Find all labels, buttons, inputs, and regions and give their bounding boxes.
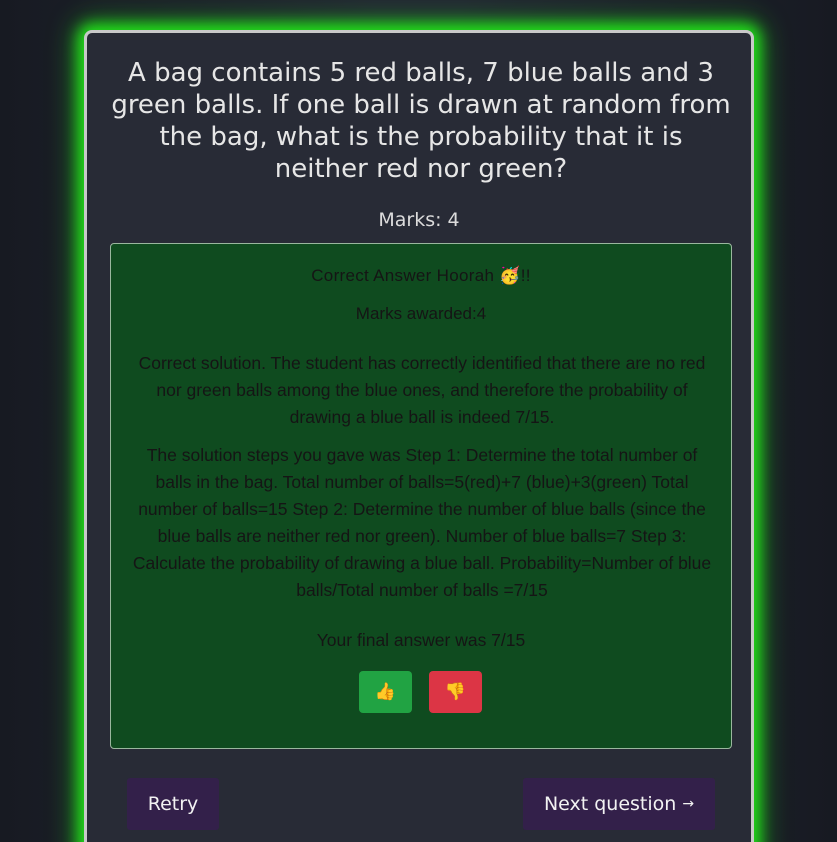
next-question-button[interactable]: Next question → <box>523 778 715 830</box>
thumbs-up-icon: 👍 <box>374 682 397 701</box>
question-card: A bag contains 5 red balls, 7 blue balls… <box>84 30 754 842</box>
result-title: Correct Answer Hoorah 🥳!! <box>311 266 531 285</box>
arrow-right-icon: → <box>682 796 695 812</box>
thumbs-down-icon: 👎 <box>444 682 467 701</box>
retry-label: Retry <box>147 793 199 815</box>
solution-steps: The solution steps you gave was Step 1: … <box>132 445 712 600</box>
final-answer: Your final answer was 7/15 <box>316 630 526 650</box>
marks-awarded: Marks awarded:4 <box>355 304 487 323</box>
feedback-text: Correct solution. The student has correc… <box>138 353 706 427</box>
marks-label: Marks: 4 <box>378 209 460 231</box>
retry-button[interactable]: Retry <box>127 778 219 830</box>
thumbs-down-button[interactable]: 👎 <box>429 671 482 713</box>
thumbs-up-button[interactable]: 👍 <box>359 671 412 713</box>
result-panel: Correct Answer Hoorah 🥳!! Marks awarded:… <box>110 243 732 749</box>
next-question-label: Next question <box>543 793 677 815</box>
question-text: A bag contains 5 red balls, 7 blue balls… <box>111 58 731 184</box>
